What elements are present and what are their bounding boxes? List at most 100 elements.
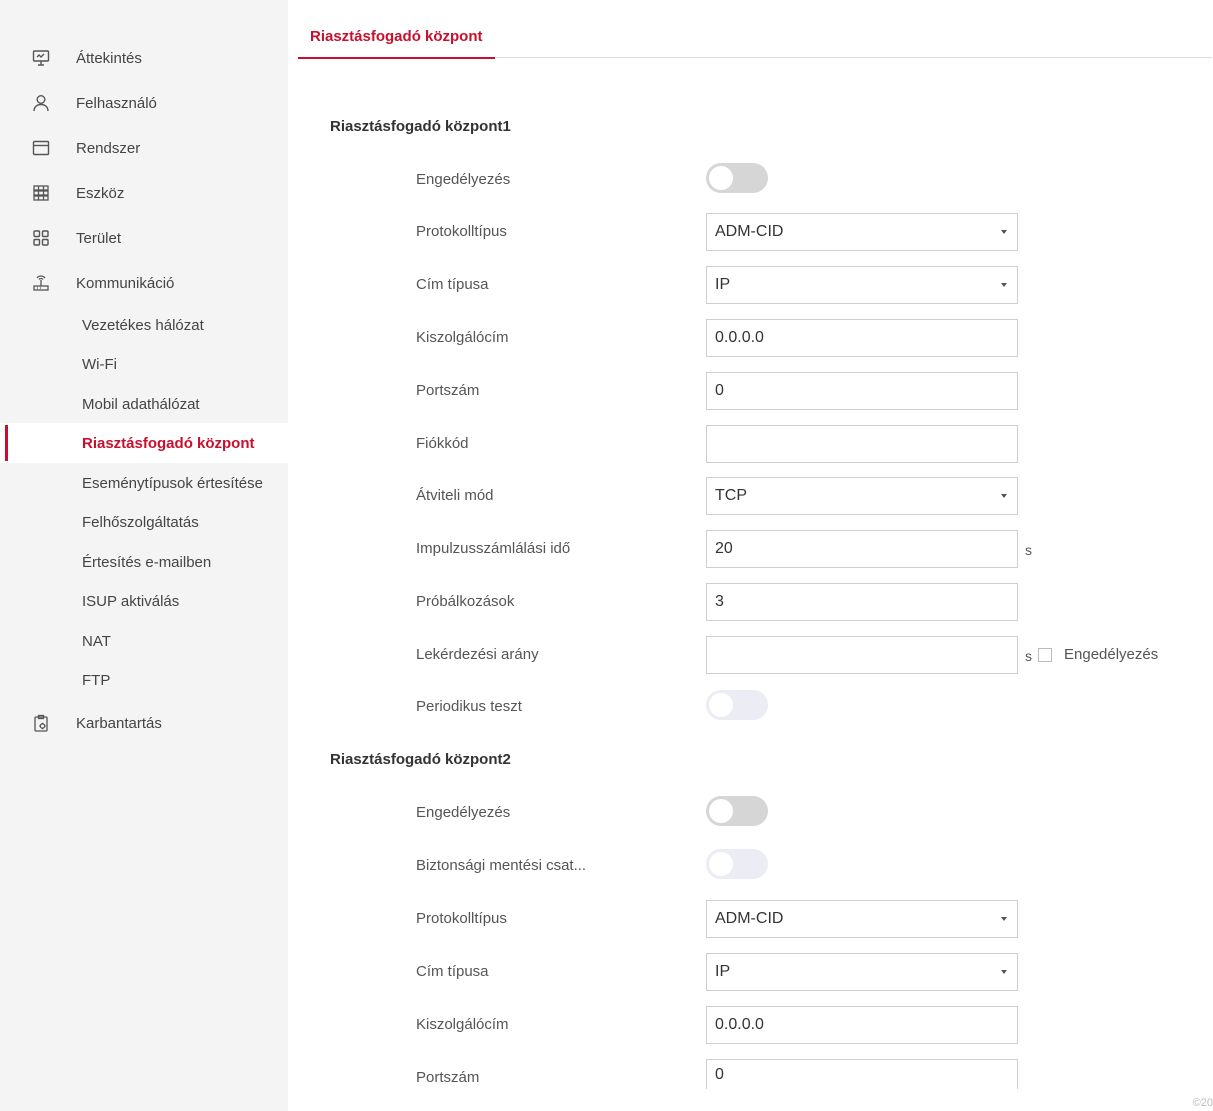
enable-label: Engedélyezés	[416, 171, 511, 188]
periodic-test-label: Periodikus teszt	[416, 698, 522, 715]
section-title-center2: Riasztásfogadó központ2	[330, 751, 511, 768]
server-address-value: 0.0.0.0	[715, 329, 764, 346]
antenna-icon	[30, 272, 52, 294]
sidebar-item-device[interactable]: Eszköz	[0, 173, 288, 213]
address-type-select[interactable]: IP	[706, 266, 1018, 304]
sidebar-item-label: Áttekintés	[76, 49, 142, 67]
address-type-value-2: IP	[715, 963, 731, 980]
enable-label-2: Engedélyezés	[416, 804, 511, 821]
device-grid-icon	[30, 182, 52, 204]
chevron-down-icon	[1001, 970, 1007, 974]
monitor-icon	[30, 47, 52, 69]
server-address-input-2[interactable]: 0.0.0.0	[706, 1006, 1018, 1044]
sidebar-subitem-label: FTP	[82, 671, 111, 689]
account-code-label: Fiókkód	[416, 435, 469, 452]
sidebar-subitem-event-notification[interactable]: Eseménytípusok értesítése	[0, 463, 288, 503]
sidebar-item-maintenance[interactable]: Karbantartás	[0, 703, 288, 743]
backup-channel-label: Biztonsági mentési csat...	[416, 857, 587, 874]
sidebar-subitem-label: Mobil adathálózat	[82, 395, 200, 413]
protocol-label: Protokolltípus	[416, 223, 507, 240]
sidebar-item-area[interactable]: Terület	[0, 218, 288, 258]
sidebar-subitem-label: Értesítés e-mailben	[82, 553, 212, 571]
sidebar-subitem-nat[interactable]: NAT	[0, 621, 288, 661]
chevron-down-icon	[1001, 917, 1007, 921]
sidebar-subitem-label: ISUP aktiválás	[82, 592, 180, 610]
toggle-knob	[709, 799, 733, 823]
transmission-mode-value: TCP	[715, 487, 747, 504]
impulse-time-unit: s	[1025, 542, 1032, 558]
server-address-value-2: 0.0.0.0	[715, 1016, 764, 1033]
window-icon	[30, 137, 52, 159]
account-code-input[interactable]	[706, 425, 1018, 463]
sidebar-subitem-label: Eseménytípusok értesítése	[82, 474, 263, 492]
port-label: Portszám	[416, 382, 480, 399]
server-address-label-2: Kiszolgálócím	[416, 1016, 509, 1033]
tab-alarm-receiving-center[interactable]: Riasztásfogadó központ	[298, 14, 495, 59]
port-value: 0	[715, 382, 724, 399]
sidebar-subitem-isup-activation[interactable]: ISUP aktiválás	[0, 581, 288, 621]
section-title-center1: Riasztásfogadó központ1	[330, 118, 511, 135]
attempts-label: Próbálkozások	[416, 593, 515, 610]
sidebar-subitem-ftp[interactable]: FTP	[0, 660, 288, 700]
transmission-mode-label: Átviteli mód	[416, 487, 494, 504]
server-address-label: Kiszolgálócím	[416, 329, 509, 346]
address-type-label: Cím típusa	[416, 276, 489, 293]
sidebar-subitem-label: NAT	[82, 632, 111, 650]
sidebar-item-user[interactable]: Felhasználó	[0, 83, 288, 123]
port-value-2: 0	[715, 1065, 724, 1083]
sidebar-item-communication[interactable]: Kommunikáció	[0, 263, 288, 303]
toggle-knob	[709, 693, 733, 717]
port-input-2[interactable]: 0	[706, 1059, 1018, 1089]
chevron-down-icon	[1001, 230, 1007, 234]
port-label-2: Portszám	[416, 1069, 480, 1086]
sidebar-subitem-cloud-service[interactable]: Felhőszolgáltatás	[0, 502, 288, 542]
attempts-value: 3	[715, 593, 724, 610]
polling-rate-unit: s	[1025, 648, 1032, 664]
sidebar-item-system[interactable]: Rendszer	[0, 128, 288, 168]
address-type-label-2: Cím típusa	[416, 963, 489, 980]
sidebar-subitem-label: Riasztásfogadó központ	[82, 434, 255, 452]
port-input[interactable]: 0	[706, 372, 1018, 410]
transmission-mode-select[interactable]: TCP	[706, 477, 1018, 515]
copyright-text: ©20	[1192, 1097, 1213, 1109]
enable-toggle-2[interactable]	[706, 796, 768, 826]
chevron-down-icon	[1001, 283, 1007, 287]
main-content: Riasztásfogadó központ Riasztásfogadó kö…	[288, 0, 1213, 1111]
protocol-select-2[interactable]: ADM-CID	[706, 900, 1018, 938]
sidebar: Áttekintés Felhasználó Rendszer Eszköz T…	[0, 0, 288, 1111]
user-icon	[30, 92, 52, 114]
protocol-label-2: Protokolltípus	[416, 910, 507, 927]
area-grid-icon	[30, 227, 52, 249]
attempts-input[interactable]: 3	[706, 583, 1018, 621]
sidebar-subitem-label: Wi-Fi	[82, 355, 117, 373]
sidebar-subitem-email-notification[interactable]: Értesítés e-mailben	[0, 542, 288, 582]
chevron-down-icon	[1001, 494, 1007, 498]
sidebar-item-label: Felhasználó	[76, 94, 157, 112]
polling-enable-checkbox[interactable]	[1038, 648, 1052, 662]
address-type-select-2[interactable]: IP	[706, 953, 1018, 991]
impulse-time-value: 20	[715, 540, 733, 557]
clipboard-gear-icon	[30, 712, 52, 734]
sidebar-item-overview[interactable]: Áttekintés	[0, 38, 288, 78]
toggle-knob	[709, 166, 733, 190]
sidebar-subitem-wired-network[interactable]: Vezetékes hálózat	[0, 305, 288, 345]
sidebar-item-label: Kommunikáció	[76, 274, 175, 292]
enable-toggle[interactable]	[706, 163, 768, 193]
backup-channel-toggle[interactable]	[706, 849, 768, 879]
sidebar-subitem-wifi[interactable]: Wi-Fi	[0, 344, 288, 384]
address-type-value: IP	[715, 276, 731, 293]
protocol-value-2: ADM-CID	[715, 910, 784, 927]
sidebar-subitem-mobile-data[interactable]: Mobil adathálózat	[0, 384, 288, 424]
server-address-input[interactable]: 0.0.0.0	[706, 319, 1018, 357]
polling-enable-label: Engedélyezés	[1064, 646, 1159, 663]
protocol-value: ADM-CID	[715, 223, 784, 240]
sidebar-item-label: Eszköz	[76, 184, 125, 202]
polling-rate-label: Lekérdezési arány	[416, 646, 539, 663]
protocol-select[interactable]: ADM-CID	[706, 213, 1018, 251]
sidebar-subitem-alarm-receiving-center[interactable]: Riasztásfogadó központ	[0, 423, 288, 463]
periodic-test-toggle[interactable]	[706, 690, 768, 720]
impulse-time-input[interactable]: 20	[706, 530, 1018, 568]
impulse-time-label: Impulzusszámlálási idő	[416, 540, 571, 557]
sidebar-item-label: Rendszer	[76, 139, 141, 157]
polling-rate-input[interactable]	[706, 636, 1018, 674]
